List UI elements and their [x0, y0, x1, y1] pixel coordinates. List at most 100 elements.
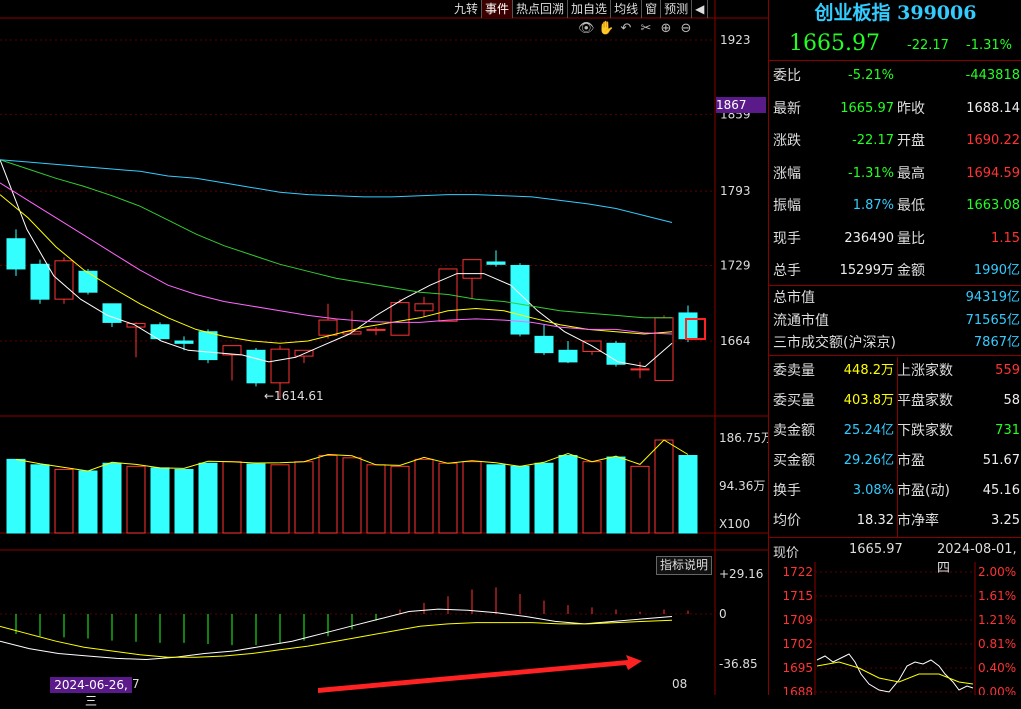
candle-body [6, 238, 26, 270]
stat-value: 51.67 [982, 453, 1020, 468]
quote-value: 236490 [844, 230, 894, 246]
candle-body [678, 312, 698, 340]
market-value: 94319亿 [965, 290, 1020, 305]
toolbar-item-1[interactable]: 事件 [482, 0, 514, 18]
volume-bar [630, 465, 650, 534]
stat-value: 559 [995, 363, 1020, 378]
volume-bar [174, 468, 194, 534]
volume-bar [414, 458, 434, 534]
quote-label: 涨跌 [773, 133, 801, 149]
candle-body [198, 331, 218, 361]
quote-value: 1665.97 [840, 100, 894, 116]
candle-body [270, 348, 290, 384]
candle-body [366, 328, 386, 331]
candle-body [534, 335, 554, 354]
macd-axis-label: -36.85 [719, 657, 758, 671]
volume-bar [54, 468, 74, 534]
stat-value: 58 [1003, 393, 1020, 408]
cursor-date: 2024-06-26,三 [50, 677, 132, 708]
stat-label: 委买量 [773, 393, 815, 409]
quote-label: 总手 [773, 263, 801, 279]
volume-axis-label: 94.36万 [719, 479, 765, 493]
volume-bar [558, 455, 578, 534]
candle-body [654, 317, 674, 382]
quote-label: 最高 [897, 165, 925, 182]
toolbar-item-5[interactable]: 窗 [642, 0, 662, 18]
volume-bar [198, 462, 218, 534]
volume-bar [318, 455, 338, 534]
quote-label: 委比 [773, 68, 801, 84]
volume-bar [126, 465, 146, 534]
zoom-out-icon[interactable]: ⊖ [678, 21, 694, 37]
quote-value: 1.87% [852, 198, 894, 213]
macd-dea-line [0, 619, 673, 658]
volume-bar [654, 439, 674, 534]
volume-bar [222, 461, 242, 534]
quote-value: -5.21% [848, 68, 894, 83]
low-price-marker: ←1614.61 [264, 389, 324, 403]
market-label: 三市成交额(沪深京) [773, 335, 896, 351]
volume-bar [6, 458, 26, 534]
macd-axis-label: +29.16 [719, 567, 763, 581]
chart-toolbar: 九转 事件 热点回溯 加自选 均线窗预测 ◀ [451, 0, 709, 18]
scissors-icon[interactable]: ✂ [638, 21, 654, 37]
indicator-help-button[interactable]: 指标说明 [656, 556, 712, 575]
stat-value: 403.8万 [843, 393, 894, 408]
quote-value: 1663.08 [966, 198, 1020, 213]
toolbar-item-2[interactable]: 热点回溯 [513, 0, 569, 18]
intraday-pct-label: 0.40% [978, 661, 1016, 675]
eye-icon[interactable]: 👁 [578, 21, 595, 37]
intraday-price-label: 1722 [782, 565, 813, 579]
stat-label: 均价 [773, 513, 801, 529]
intraday-price-label: 1715 [782, 589, 813, 603]
candle-body [246, 349, 266, 384]
volume-bar [102, 462, 122, 534]
stat-label: 卖金额 [773, 423, 815, 439]
quote-value: 1688.14 [966, 100, 1020, 116]
price-axis-label: 1664 [720, 334, 751, 348]
quote-label: 昨收 [897, 100, 925, 117]
zoom-in-icon[interactable]: ⊕ [658, 21, 674, 37]
candle-body [30, 263, 50, 300]
last-price: 1665.97 [789, 31, 880, 56]
volume-bar [246, 463, 266, 534]
stat-label: 市净率 [897, 513, 939, 529]
intraday-chart[interactable]: 1722 2.00% 1715 1.61% 1709 1.21% 1702 0.81% 1695… [769, 562, 1021, 695]
candle-body [558, 349, 578, 363]
intraday-price-label: 1702 [782, 637, 813, 651]
undo-icon[interactable]: ↶ [618, 21, 634, 37]
price-axis-label: 1793 [720, 184, 751, 198]
quote-value: -443818 [965, 68, 1020, 83]
stat-label: 市盈 [897, 453, 925, 469]
quote-value: 15299万 [839, 263, 894, 278]
collapse-icon[interactable]: ◀ [692, 0, 709, 18]
quote-value: -1.31% [848, 165, 894, 181]
intraday-price-label: 1688 [782, 685, 813, 695]
quote-value: 1694.59 [966, 165, 1020, 181]
kline-chart[interactable]: 19231859179317291664←1614.61186.75万94.36… [0, 0, 768, 695]
volume-bar [294, 461, 314, 534]
quote-label: 现手 [773, 230, 801, 247]
quote-value: -22.17 [852, 133, 894, 148]
toolbar-item-6[interactable]: 预测 [661, 0, 693, 18]
toolbar-item-4[interactable]: 均线 [611, 0, 643, 18]
quote-value: 1.15 [991, 230, 1020, 246]
ma-line-ma30 [0, 159, 672, 319]
candle-body [174, 340, 194, 344]
stat-value: 448.2万 [843, 363, 894, 378]
volume-bar [678, 455, 698, 534]
volume-bar [366, 464, 386, 534]
volume-bar [606, 456, 626, 534]
stat-value: 3.08% [852, 483, 894, 498]
stat-label: 换手 [773, 483, 801, 499]
index-title: 创业板指 399006 [814, 2, 977, 24]
volume-bar [270, 464, 290, 534]
volume-bar [78, 470, 98, 534]
hand-icon[interactable]: ✋ [598, 21, 614, 37]
candle-body [54, 260, 74, 300]
toolbar-item-3[interactable]: 加自选 [568, 0, 612, 18]
volume-bar [486, 464, 506, 534]
intraday-price-line [816, 653, 974, 693]
quote-label: 振幅 [773, 198, 801, 214]
toolbar-item-0[interactable]: 九转 [451, 0, 483, 18]
